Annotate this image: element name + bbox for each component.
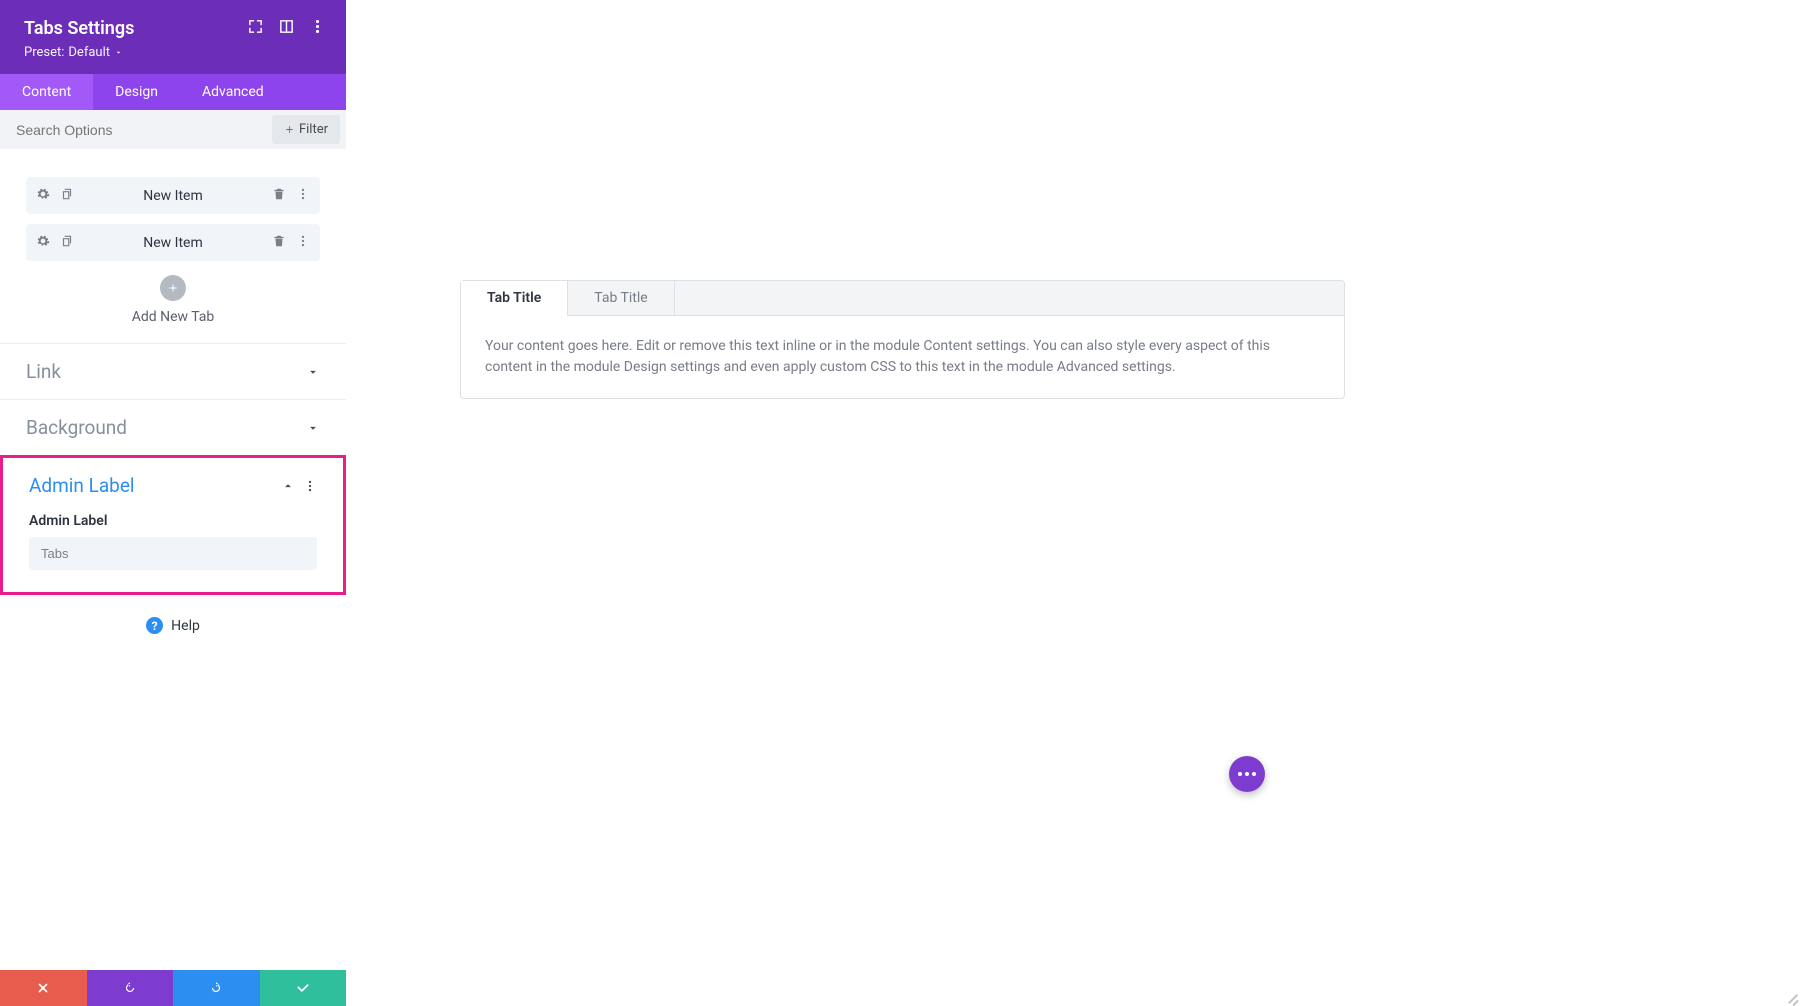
help-label: Help: [171, 618, 200, 634]
sidebar-footer: [0, 970, 346, 1006]
filter-button[interactable]: Filter: [272, 115, 340, 144]
tab-item-label: New Item: [74, 188, 272, 204]
accordion-background[interactable]: Background: [0, 400, 346, 455]
check-icon: [296, 981, 310, 995]
preset-value: Default: [68, 45, 110, 60]
help-icon: ?: [146, 617, 163, 634]
expand-icon[interactable]: [247, 18, 264, 39]
gear-icon[interactable]: [36, 233, 50, 252]
floating-action-button[interactable]: [1229, 756, 1265, 792]
close-icon: [36, 981, 50, 995]
tabs-items-list: New Item New Item: [0, 149, 346, 343]
settings-sidebar: Tabs Settings Preset: Default Content De…: [0, 0, 346, 1006]
admin-label-field-label: Admin Label: [29, 513, 317, 529]
trash-icon[interactable]: [272, 233, 286, 252]
resize-handle-icon[interactable]: [1784, 990, 1798, 1004]
duplicate-icon[interactable]: [60, 186, 74, 205]
help-link[interactable]: ? Help: [0, 595, 346, 656]
more-icon[interactable]: [296, 233, 310, 252]
save-button[interactable]: [260, 970, 347, 1006]
tab-advanced[interactable]: Advanced: [180, 74, 286, 110]
tab-design[interactable]: Design: [93, 74, 180, 110]
add-tab-button[interactable]: [160, 275, 186, 301]
preview-tab[interactable]: Tab Title: [568, 281, 674, 315]
gear-icon[interactable]: [36, 186, 50, 205]
undo-icon: [123, 981, 137, 995]
tab-item-label: New Item: [74, 235, 272, 251]
preview-tab-content[interactable]: Your content goes here. Edit or remove t…: [461, 316, 1344, 398]
accordion-link[interactable]: Link: [0, 344, 346, 399]
duplicate-icon[interactable]: [60, 233, 74, 252]
ellipsis-icon: [1238, 772, 1256, 776]
chevron-down-icon: [114, 48, 123, 57]
preview-canvas[interactable]: Tab Title Tab Title Your content goes he…: [346, 0, 1800, 1006]
accordion-title: Background: [26, 416, 127, 439]
redo-icon: [209, 981, 223, 995]
search-input[interactable]: [0, 112, 266, 148]
plus-icon: [284, 124, 295, 135]
snap-icon[interactable]: [278, 18, 295, 39]
chevron-down-icon: [306, 421, 320, 435]
undo-button[interactable]: [87, 970, 174, 1006]
plus-icon: [167, 282, 179, 294]
more-icon[interactable]: [296, 186, 310, 205]
settings-tabs: Content Design Advanced: [0, 74, 346, 110]
admin-label-input[interactable]: [29, 537, 317, 570]
preview-tab[interactable]: Tab Title: [461, 281, 568, 316]
tabs-module-preview[interactable]: Tab Title Tab Title Your content goes he…: [460, 280, 1345, 399]
trash-icon[interactable]: [272, 186, 286, 205]
redo-button[interactable]: [173, 970, 260, 1006]
accordion-admin-label[interactable]: Admin Label: [3, 458, 343, 513]
tab-item[interactable]: New Item: [26, 224, 320, 261]
more-icon[interactable]: [309, 18, 326, 39]
add-tab-label: Add New Tab: [26, 309, 320, 325]
sidebar-header: Tabs Settings Preset: Default: [0, 0, 346, 74]
filter-label: Filter: [299, 122, 328, 137]
panel-title: Tabs Settings: [24, 18, 134, 39]
search-bar: Filter: [0, 110, 346, 149]
accordion-title: Link: [26, 360, 61, 383]
preset-selector[interactable]: Preset: Default: [24, 45, 326, 60]
chevron-down-icon: [306, 365, 320, 379]
close-button[interactable]: [0, 970, 87, 1006]
tab-item[interactable]: New Item: [26, 177, 320, 214]
tab-content[interactable]: Content: [0, 74, 93, 110]
preset-label: Preset:: [24, 45, 64, 60]
more-icon[interactable]: [303, 479, 317, 493]
accordion-admin-label-highlighted: Admin Label Admin Label: [0, 455, 346, 595]
accordion-title: Admin Label: [29, 474, 135, 497]
chevron-up-icon: [281, 479, 295, 493]
